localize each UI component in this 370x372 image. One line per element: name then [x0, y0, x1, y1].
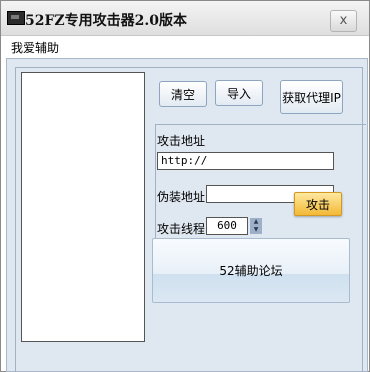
- clear-button[interactable]: 清空: [159, 81, 207, 107]
- stepper-down-icon[interactable]: ▼: [250, 226, 262, 234]
- proxy-list-textarea[interactable]: [21, 72, 145, 342]
- window-title: 52FZ专用攻击器2.0版本: [25, 13, 187, 29]
- attack-threads-input[interactable]: 600: [206, 217, 248, 235]
- close-button[interactable]: x: [330, 10, 357, 32]
- get-proxy-ip-button[interactable]: 获取代理IP: [280, 80, 343, 114]
- title-bar[interactable]: 52FZ专用攻击器2.0版本 x: [1, 1, 369, 36]
- forum-link-button[interactable]: 52辅助论坛: [152, 238, 350, 303]
- app-icon: [7, 11, 25, 25]
- import-button[interactable]: 导入: [215, 80, 263, 106]
- menu-bar: 我爱辅助: [1, 37, 369, 57]
- menu-item-woaifuzhu[interactable]: 我爱辅助: [11, 39, 59, 56]
- attack-address-label: 攻击地址: [157, 134, 206, 148]
- app-window: 52FZ专用攻击器2.0版本 x 我爱辅助 清空 导入 获取代理IP 攻击地址 …: [0, 0, 370, 372]
- threads-stepper[interactable]: ▲ ▼: [250, 218, 262, 234]
- attack-threads-label: 攻击线程: [157, 222, 206, 236]
- stepper-up-icon[interactable]: ▲: [250, 218, 262, 226]
- attack-address-input[interactable]: http://: [157, 152, 334, 170]
- disguise-address-label: 伪装地址: [157, 190, 206, 204]
- attack-button[interactable]: 攻击: [294, 192, 342, 216]
